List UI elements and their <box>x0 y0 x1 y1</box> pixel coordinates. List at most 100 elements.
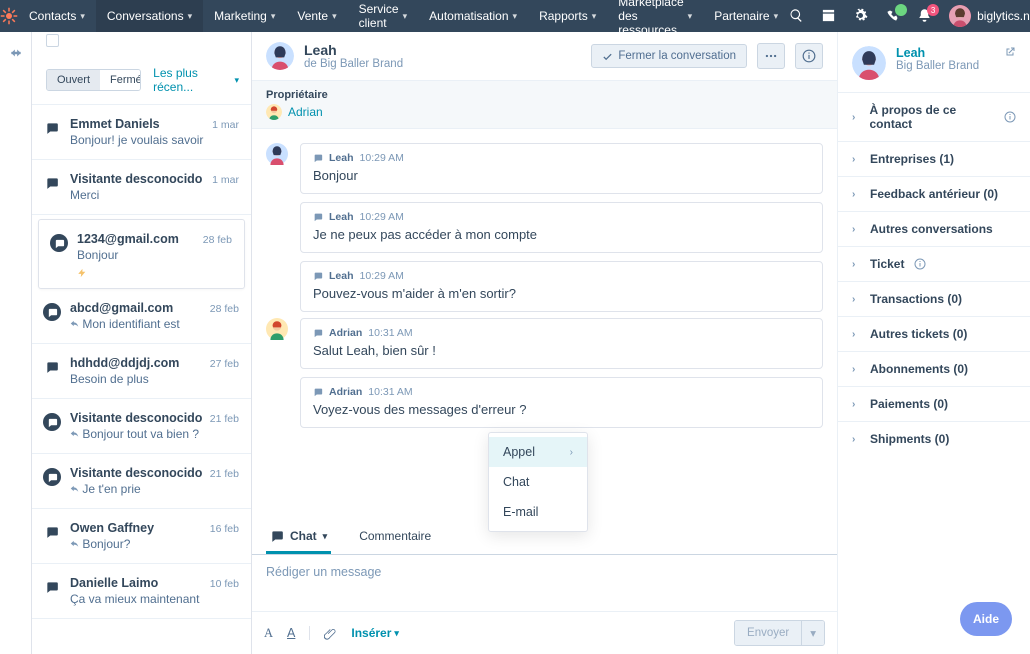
message-group: Adrian10:31 AM Salut Leah, bien sûr ! Ad… <box>266 318 823 428</box>
info-button[interactable] <box>795 43 823 69</box>
owner-link[interactable]: Adrian <box>288 105 323 119</box>
hubspot-icon <box>313 212 323 222</box>
chevron-right-icon: › <box>852 434 860 445</box>
collapse-icon[interactable] <box>9 46 23 654</box>
select-all-checkbox[interactable] <box>46 34 59 47</box>
nav-item-automatisation[interactable]: Automatisation▾ <box>418 0 528 32</box>
chevron-right-icon: › <box>852 399 860 410</box>
tab-comment[interactable]: Commentaire <box>355 519 435 554</box>
chevron-down-icon: ▾ <box>403 11 408 22</box>
sender-avatar <box>266 143 290 165</box>
settings-icon[interactable] <box>853 8 869 24</box>
marketplace-icon[interactable] <box>821 8 837 24</box>
owner-label: Propriétaire <box>266 89 823 101</box>
chevron-right-icon: › <box>852 294 860 305</box>
sidebar-section[interactable]: ›Entreprises (1) <box>838 141 1030 176</box>
sidebar-section[interactable]: ›Feedback antérieur (0) <box>838 176 1030 211</box>
message-bubble: Leah10:29 AM Bonjour <box>300 143 823 194</box>
conversation-panel: Leah de Big Baller Brand Fermer la conve… <box>252 32 838 654</box>
reply-editor[interactable]: Rédiger un message <box>252 555 837 611</box>
open-record-icon[interactable] <box>1004 46 1016 61</box>
close-conversation-button[interactable]: Fermer la conversation <box>591 44 747 68</box>
contact-link[interactable]: Leah <box>896 46 979 60</box>
thread-item[interactable]: abcd@gmail.com28 feb Mon identifiant est <box>32 289 251 344</box>
reply-toolbar: A A Insérer ▾ Envoyer ▾ <box>252 611 837 654</box>
sidebar-section[interactable]: ›Autres tickets (0) <box>838 316 1030 351</box>
chevron-down-icon: ▾ <box>234 75 239 86</box>
hubspot-icon <box>313 271 323 281</box>
nav-item-rapports[interactable]: Rapports▾ <box>528 0 607 32</box>
sidebar-section[interactable]: ›Shipments (0) <box>838 421 1030 456</box>
contact-avatar <box>266 42 294 70</box>
chevron-right-icon: › <box>852 154 860 165</box>
chevron-down-icon: ▾ <box>592 11 597 22</box>
calling-icon[interactable] <box>885 8 901 24</box>
sidebar-section[interactable]: ›À propos de ce contact <box>838 92 1030 141</box>
channel-option-call[interactable]: Appel› <box>489 437 587 467</box>
sidebar-section[interactable]: ›Transactions (0) <box>838 281 1030 316</box>
thread-item[interactable]: hdhdd@ddjdj.com27 feb Besoin de plus <box>32 344 251 399</box>
hubspot-icon <box>313 153 323 163</box>
info-icon <box>914 258 926 270</box>
account-label: biglytics.net <box>977 9 1030 23</box>
insert-menu[interactable]: Insérer ▾ <box>351 626 399 640</box>
thread-item[interactable]: Emmet Daniels1 mar Bonjour! je voulais s… <box>32 105 251 160</box>
chevron-right-icon: › <box>852 224 860 235</box>
thread-item[interactable]: Danielle Laimo10 feb Ça va mieux mainten… <box>32 564 251 619</box>
avatar <box>949 5 971 27</box>
chevron-right-icon: › <box>852 259 860 270</box>
notifications-icon[interactable]: 3 <box>917 8 933 24</box>
nav-item-conversations[interactable]: Conversations▾ <box>96 0 203 32</box>
message-bubble: Adrian10:31 AM Voyez-vous des messages d… <box>300 377 823 428</box>
sidebar-section[interactable]: ›Ticket <box>838 246 1030 281</box>
tab-chat[interactable]: Chat ▾ <box>266 519 331 554</box>
channel-icon <box>42 172 62 202</box>
seg-closed[interactable]: Fermé <box>100 70 141 90</box>
chevron-right-icon: › <box>852 189 860 200</box>
nav-item-vente[interactable]: Vente▾ <box>286 0 347 32</box>
sidebar-section[interactable]: ›Abonnements (0) <box>838 351 1030 386</box>
hubspot-logo[interactable] <box>0 0 18 32</box>
seg-open[interactable]: Ouvert <box>47 70 100 90</box>
details-sidebar: Leah Big Baller Brand ›À propos de ce co… <box>838 32 1030 654</box>
thread-item[interactable]: 1234@gmail.com28 feb Bonjour <box>38 219 245 289</box>
thread-item[interactable]: Visitante desconocido21 feb Bonjour tout… <box>32 399 251 454</box>
owner-strip: Propriétaire Adrian <box>252 81 837 129</box>
channel-icon <box>42 466 62 496</box>
nav-item-service-client[interactable]: Service client▾ <box>348 0 419 32</box>
nav-item-contacts[interactable]: Contacts▾ <box>18 0 96 32</box>
channel-option-chat[interactable]: Chat <box>489 467 587 497</box>
nav-item-marketplace-des-ressources[interactable]: Marketplace des ressources▾ <box>607 0 703 32</box>
nav-item-partenaire[interactable]: Partenaire▾ <box>703 0 789 32</box>
contact-name: Leah <box>304 42 581 58</box>
channel-dropdown: Appel› Chat E-mail <box>488 432 588 532</box>
message-bubble: Leah10:29 AM Pouvez-vous m'aider à m'en … <box>300 261 823 312</box>
send-button[interactable]: Envoyer ▾ <box>734 620 825 646</box>
channel-icon <box>42 576 62 606</box>
sidebar-section[interactable]: ›Autres conversations <box>838 211 1030 246</box>
contact-subtitle: de Big Baller Brand <box>304 58 581 70</box>
channel-icon <box>42 411 62 441</box>
attach-tool[interactable] <box>324 627 337 640</box>
notif-badge: 3 <box>927 4 939 16</box>
more-menu[interactable] <box>757 43 785 69</box>
chevron-down-icon: ▾ <box>271 11 276 22</box>
account-menu[interactable]: biglytics.net ▾ <box>949 5 1030 27</box>
font-tool[interactable]: A <box>264 626 273 641</box>
sort-recent[interactable]: Les plus récen... ▾ <box>153 66 239 94</box>
thread-item[interactable]: Visitante desconocido21 feb Je t'en prie <box>32 454 251 509</box>
contact-company: Big Baller Brand <box>896 60 979 72</box>
chevron-down-icon: ▾ <box>188 11 193 22</box>
chevron-down-icon: ▾ <box>774 11 779 22</box>
chevron-down-icon: ▾ <box>513 11 518 22</box>
paint-tool[interactable]: A <box>287 626 295 640</box>
thread-item[interactable]: Owen Gaffney16 feb Bonjour? <box>32 509 251 564</box>
nav-item-marketing[interactable]: Marketing▾ <box>203 0 286 32</box>
send-dropdown[interactable]: ▾ <box>801 621 824 645</box>
sidebar-section[interactable]: ›Paiements (0) <box>838 386 1030 421</box>
thread-item[interactable]: Visitante desconocido1 mar Merci <box>32 160 251 215</box>
help-button[interactable]: Aide <box>960 602 1012 636</box>
channel-icon <box>42 301 62 331</box>
chevron-right-icon: › <box>852 329 860 340</box>
search-icon[interactable] <box>789 8 805 24</box>
